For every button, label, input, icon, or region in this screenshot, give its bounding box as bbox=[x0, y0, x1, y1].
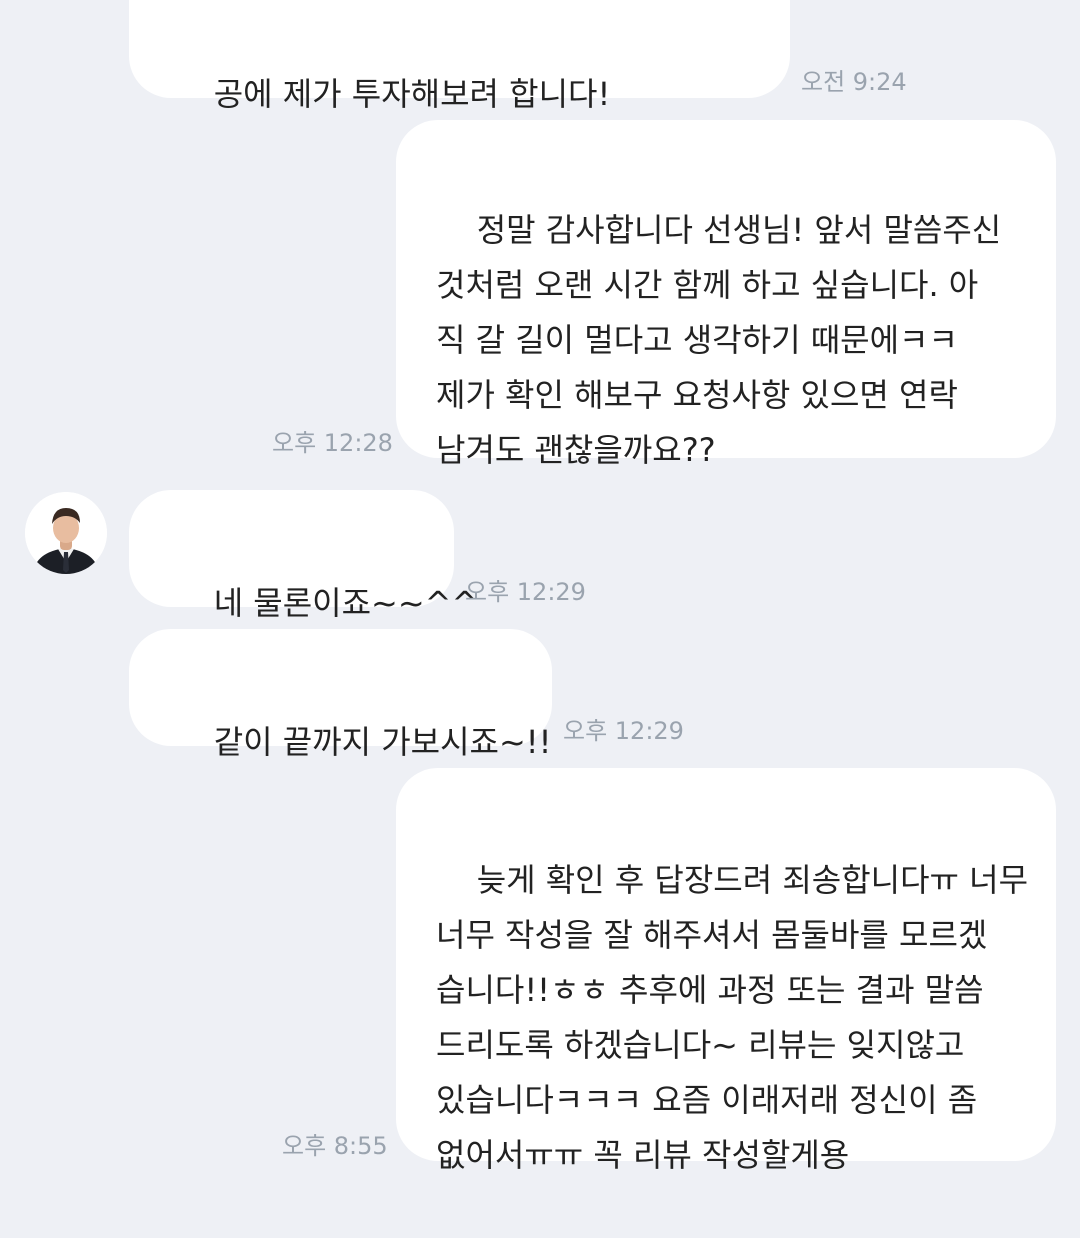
sender-avatar[interactable] bbox=[25, 492, 107, 574]
profile-photo-icon bbox=[25, 492, 107, 574]
message-text: 정말 감사합니다 선생님! 앞서 말씀주신 것처럼 오랜 시간 함께 하고 싶습… bbox=[436, 211, 1002, 469]
message-text: 네 물론이죠~~^^ bbox=[213, 584, 479, 622]
message-timestamp: 오후 12:29 bbox=[465, 578, 586, 606]
message-bubble-received[interactable]: 네 물론이죠~~^^ bbox=[129, 490, 478, 622]
message-text: 같이 끝까지 가보시죠~!! bbox=[213, 723, 552, 761]
message-text: 늦게 확인 후 답장드려 죄송합니다ㅠ 너무 너무 작성을 잘 해주셔서 몸둘바… bbox=[436, 861, 1029, 1174]
message-timestamp: 오후 8:55 bbox=[282, 1132, 388, 1160]
message-bubble-received[interactable]: 공에 제가 투자해보려 합니다! bbox=[129, 0, 790, 113]
message-timestamp: 오후 12:28 bbox=[272, 429, 393, 457]
message-timestamp: 오후 12:29 bbox=[563, 717, 684, 745]
message-bubble-received[interactable]: 같이 끝까지 가보시죠~!! bbox=[129, 629, 552, 761]
message-text: 공에 제가 투자해보려 합니다! bbox=[213, 75, 611, 113]
message-timestamp: 오전 9:24 bbox=[801, 68, 907, 96]
message-bubble-sent[interactable]: 정말 감사합니다 선생님! 앞서 말씀주신 것처럼 오랜 시간 함께 하고 싶습… bbox=[396, 120, 1056, 469]
message-bubble-sent[interactable]: 늦게 확인 후 답장드려 죄송합니다ㅠ 너무 너무 작성을 잘 해주셔서 몸둘바… bbox=[396, 768, 1056, 1174]
